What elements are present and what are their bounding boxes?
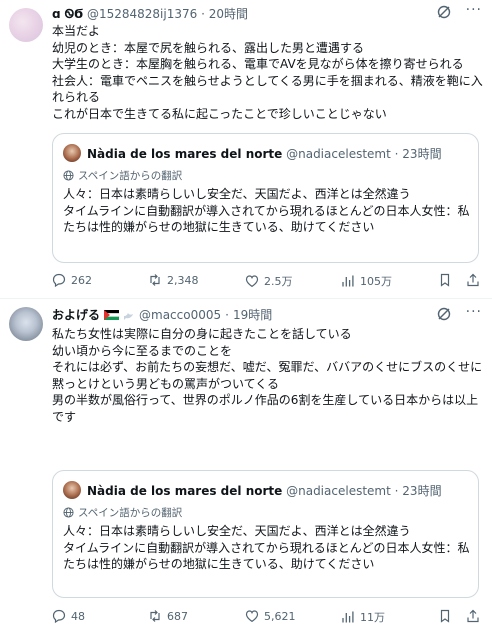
reply-count: 262 — [71, 273, 92, 287]
quote-avatar — [63, 144, 81, 162]
quote-tweet[interactable]: Nàdia de los mares del norte @nadiaceles… — [52, 470, 479, 598]
tweet-actions: 262 2,348 2.5万 105万 — [52, 273, 484, 291]
quote-display-name: Nàdia de los mares del norte — [87, 147, 283, 161]
timestamp[interactable]: 20時間 — [209, 7, 248, 21]
quote-display-name: Nàdia de los mares del norte — [87, 484, 283, 498]
translation-label: スペイン語からの翻訳 — [63, 168, 182, 183]
quote-header: Nàdia de los mares del norte @nadiaceles… — [87, 147, 442, 161]
more-options-icon[interactable]: ··· — [466, 2, 482, 18]
retweet-count: 687 — [167, 609, 188, 623]
quote-handle: @nadiacelestemt — [286, 484, 391, 498]
share-icon — [467, 609, 479, 623]
views-icon — [342, 275, 354, 287]
views-icon — [342, 611, 354, 623]
globe-icon — [63, 170, 74, 181]
bookmark-icon — [440, 609, 450, 623]
display-name-symbols[interactable]: ɑ ᏫϬ — [52, 7, 83, 21]
like-count: 5,621 — [264, 609, 296, 623]
like-count: 2.5万 — [264, 275, 293, 288]
tweet-header: およげる @macco0005 · 19時間 — [52, 306, 273, 323]
globe-icon — [63, 507, 74, 518]
retweet-button[interactable]: 687 — [148, 609, 188, 623]
grok-icon[interactable] — [436, 4, 452, 24]
share-icon — [467, 273, 479, 287]
retweet-count: 2,348 — [167, 273, 199, 287]
translation-label: スペイン語からの翻訳 — [63, 505, 182, 520]
like-button[interactable]: 5,621 — [245, 609, 296, 623]
retweet-icon — [150, 610, 160, 622]
reply-icon — [52, 609, 66, 623]
views-button[interactable]: 105万 — [341, 273, 392, 289]
timestamp[interactable]: 19時間 — [233, 306, 272, 323]
more-options-icon[interactable]: ··· — [466, 304, 482, 320]
retweet-icon — [150, 274, 160, 286]
like-icon — [245, 275, 259, 287]
share-button[interactable] — [466, 273, 480, 287]
tweet-1[interactable]: ɑ ᏫϬ @15284828ij1376 · 20時間 ··· 本当だよ 幼児の… — [0, 0, 492, 298]
handle[interactable]: @15284828ij1376 — [87, 7, 197, 21]
quote-tweet[interactable]: Nàdia de los mares del norte @nadiaceles… — [52, 133, 479, 263]
views-count: 11万 — [360, 611, 385, 624]
tweet-2[interactable]: およげる @macco0005 · 19時間 ··· 私たち女性は実際に自分の身… — [0, 299, 492, 640]
views-button[interactable]: 11万 — [341, 609, 385, 625]
quote-text: 人々：日本は素晴らしいし安全だ、天国だよ、西洋とは全然違う タイムラインに自動翻… — [63, 187, 470, 235]
reply-button[interactable]: 262 — [52, 273, 92, 287]
views-count: 105万 — [360, 275, 392, 288]
reply-icon — [52, 273, 66, 287]
like-button[interactable]: 2.5万 — [245, 273, 293, 289]
quote-header: Nàdia de los mares del norte @nadiaceles… — [87, 484, 442, 498]
tweet-header: ɑ ᏫϬ @15284828ij1376 · 20時間 — [52, 7, 249, 21]
retweet-button[interactable]: 2,348 — [148, 273, 199, 287]
quote-avatar — [63, 481, 81, 499]
palestine-flag-icon — [104, 309, 120, 320]
avatar[interactable] — [9, 307, 43, 341]
bookmark-icon — [440, 273, 450, 287]
bookmark-button[interactable] — [438, 609, 452, 623]
grok-icon[interactable] — [436, 306, 452, 326]
handle[interactable]: @macco0005 — [139, 308, 221, 322]
display-name[interactable]: およげる — [52, 306, 100, 323]
share-button[interactable] — [466, 609, 480, 623]
reply-button[interactable]: 48 — [52, 609, 85, 623]
like-icon — [245, 610, 259, 622]
tweet-actions: 48 687 5,621 11万 — [52, 609, 484, 627]
bookmark-button[interactable] — [438, 273, 452, 287]
quote-timestamp: 23時間 — [402, 147, 442, 161]
reply-count: 48 — [71, 609, 85, 623]
avatar[interactable] — [9, 8, 43, 42]
quote-text: 人々：日本は素晴らしいし安全だ、天国だよ、西洋とは全然違う タイムラインに自動翻… — [63, 524, 470, 572]
tweet-text: 本当だよ 幼児のとき：本屋で尻を触られる、露出した男と遭遇する 大学生のとき：本… — [52, 24, 483, 121]
quote-timestamp: 23時間 — [402, 484, 442, 498]
dove-icon — [124, 312, 134, 320]
quote-handle: @nadiacelestemt — [286, 147, 391, 161]
tweet-text: 私たち女性は実際に自分の身に起きたことを話している 幼い頃から今に至るまでのこと… — [52, 327, 483, 424]
